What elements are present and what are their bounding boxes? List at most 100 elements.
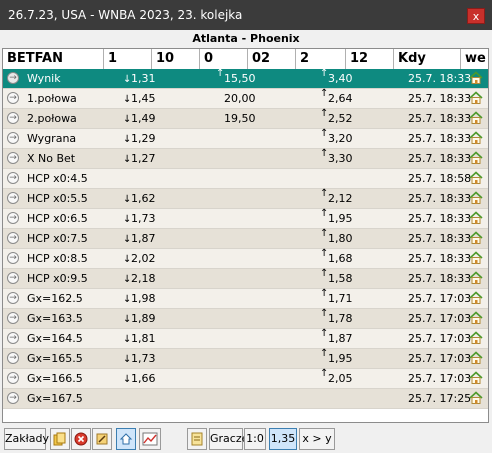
col-header-kdy[interactable]: Kdy <box>394 49 461 69</box>
home-icon[interactable] <box>469 151 483 165</box>
odds-1[interactable]: 2,18 <box>131 269 156 288</box>
table-row[interactable]: → HCP x0:7.5 ↓ 1,87 ↑ 1,80 25.7. 18:33 <box>3 228 488 249</box>
odds-1[interactable]: 1,81 <box>131 329 156 348</box>
zaklady-button[interactable]: Zakłady <box>4 428 49 450</box>
home-icon[interactable] <box>469 331 483 345</box>
row-expand-icon[interactable]: → <box>7 272 19 284</box>
table-row[interactable]: → HCP x0:9.5 ↓ 2,18 ↑ 1,58 25.7. 18:33 <box>3 268 488 289</box>
odds-1[interactable]: 1,62 <box>131 189 156 208</box>
row-expand-icon[interactable]: → <box>7 112 19 124</box>
home-icon[interactable] <box>469 311 483 325</box>
home-icon[interactable] <box>469 391 483 405</box>
home-icon[interactable] <box>469 271 483 285</box>
odds-2[interactable]: 1,87 <box>328 329 353 348</box>
row-expand-icon[interactable]: → <box>7 132 19 144</box>
row-expand-icon[interactable]: → <box>7 372 19 384</box>
odds-1[interactable]: 1,45 <box>131 89 156 108</box>
odds-2[interactable]: 1,68 <box>328 249 353 268</box>
home-icon[interactable] <box>469 231 483 245</box>
col-header-2[interactable]: 2 <box>296 49 346 69</box>
notes-icon[interactable] <box>187 428 207 450</box>
odds-1[interactable]: 1,66 <box>131 369 156 388</box>
table-row[interactable]: → 1.połowa ↓ 1,45 20,00 ↑ 2,64 25.7. 18:33 <box>3 88 488 109</box>
table-row[interactable]: → Gx=162.5 ↓ 1,98 ↑ 1,71 25.7. 17:03 <box>3 288 488 309</box>
odds-0[interactable]: 20,00 <box>224 89 256 108</box>
row-expand-icon[interactable]: → <box>7 212 19 224</box>
col-header-10[interactable]: 10 <box>152 49 200 69</box>
home-icon[interactable] <box>469 251 483 265</box>
table-row[interactable]: → Gx=166.5 ↓ 1,66 ↑ 2,05 25.7. 17:03 <box>3 368 488 389</box>
odds-0[interactable]: 19,50 <box>224 109 256 128</box>
table-row[interactable]: → Gx=165.5 ↓ 1,73 ↑ 1,95 25.7. 17:03 <box>3 348 488 369</box>
odds-2[interactable]: 1,78 <box>328 309 353 328</box>
home-icon[interactable] <box>469 191 483 205</box>
odds-2[interactable]: 1,95 <box>328 209 353 228</box>
row-expand-icon[interactable]: → <box>7 252 19 264</box>
table-row[interactable]: → Wygrana ↓ 1,29 ↑ 3,20 25.7. 18:33 <box>3 128 488 149</box>
close-button[interactable]: x <box>467 8 485 24</box>
odds-1[interactable]: 1,31 <box>131 69 156 88</box>
chart-icon[interactable] <box>139 428 161 450</box>
row-expand-icon[interactable]: → <box>7 392 19 404</box>
house-up-icon[interactable] <box>116 428 136 450</box>
odds-2[interactable]: 2,12 <box>328 189 353 208</box>
edit-icon[interactable] <box>92 428 112 450</box>
delete-icon[interactable] <box>71 428 91 450</box>
odds-1[interactable]: 2,02 <box>131 249 156 268</box>
row-expand-icon[interactable]: → <box>7 312 19 324</box>
odds-2[interactable]: 2,52 <box>328 109 353 128</box>
col-header-betfan[interactable]: BETFAN <box>3 49 104 69</box>
table-row[interactable]: → Gx=167.5 25.7. 17:25 <box>3 389 488 409</box>
home-icon[interactable] <box>469 111 483 125</box>
row-expand-icon[interactable]: → <box>7 172 19 184</box>
table-row[interactable]: → 2.połowa ↓ 1,49 19,50 ↑ 2,52 25.7. 18:33 <box>3 108 488 129</box>
odds-button[interactable]: 1,35 <box>269 428 297 450</box>
col-header-0[interactable]: 0 <box>200 49 248 69</box>
row-expand-icon[interactable]: → <box>7 332 19 344</box>
odds-2[interactable]: 2,05 <box>328 369 353 388</box>
table-row[interactable]: → HCP x0:8.5 ↓ 2,02 ↑ 1,68 25.7. 18:33 <box>3 248 488 269</box>
odds-1[interactable]: 1,98 <box>131 289 156 308</box>
home-icon[interactable] <box>469 131 483 145</box>
odds-2[interactable]: 1,71 <box>328 289 353 308</box>
odds-2[interactable]: 3,40 <box>328 69 353 88</box>
table-row[interactable]: → HCP x0:4.5 25.7. 18:58 <box>3 169 488 189</box>
home-icon[interactable] <box>469 371 483 385</box>
row-expand-icon[interactable]: → <box>7 72 19 84</box>
row-expand-icon[interactable]: → <box>7 92 19 104</box>
row-expand-icon[interactable]: → <box>7 352 19 364</box>
home-icon[interactable] <box>469 351 483 365</box>
odds-1[interactable]: 1,87 <box>131 229 156 248</box>
score-button[interactable]: 1:0 <box>244 428 266 450</box>
odds-1[interactable]: 1,73 <box>131 349 156 368</box>
copy-icon[interactable] <box>50 428 70 450</box>
gracze-button[interactable]: Gracze <box>209 428 248 450</box>
col-header-12[interactable]: 12 <box>346 49 394 69</box>
home-icon[interactable] <box>469 91 483 105</box>
table-row[interactable]: → Gx=163.5 ↓ 1,89 ↑ 1,78 25.7. 17:03 <box>3 308 488 329</box>
table-row[interactable]: → HCP x0:5.5 ↓ 1,62 ↑ 2,12 25.7. 18:33 <box>3 188 488 209</box>
col-header-we[interactable]: we <box>461 49 488 69</box>
col-header-02[interactable]: 02 <box>248 49 296 69</box>
odds-2[interactable]: 2,64 <box>328 89 353 108</box>
table-row[interactable]: → X No Bet ↓ 1,27 ↑ 3,30 25.7. 18:33 <box>3 148 488 169</box>
row-expand-icon[interactable]: → <box>7 152 19 164</box>
odds-1[interactable]: 1,73 <box>131 209 156 228</box>
odds-2[interactable]: 3,20 <box>328 129 353 148</box>
row-expand-icon[interactable]: → <box>7 192 19 204</box>
row-expand-icon[interactable]: → <box>7 232 19 244</box>
odds-2[interactable]: 1,80 <box>328 229 353 248</box>
table-row[interactable]: → Wynik ↓ 1,31 ↑ 15,50 ↑ 3,40 25.7. 18:33 <box>3 68 488 89</box>
table-row[interactable]: → HCP x0:6.5 ↓ 1,73 ↑ 1,95 25.7. 18:33 <box>3 208 488 229</box>
odds-0[interactable]: 15,50 <box>224 69 256 88</box>
odds-2[interactable]: 3,30 <box>328 149 353 168</box>
home-icon[interactable] <box>469 291 483 305</box>
odds-1[interactable]: 1,27 <box>131 149 156 168</box>
table-row[interactable]: → Gx=164.5 ↓ 1,81 ↑ 1,87 25.7. 17:03 <box>3 328 488 349</box>
col-header-1[interactable]: 1 <box>104 49 152 69</box>
home-icon[interactable] <box>469 171 483 185</box>
odds-1[interactable]: 1,29 <box>131 129 156 148</box>
odds-2[interactable]: 1,95 <box>328 349 353 368</box>
compare-button[interactable]: x > y <box>299 428 335 450</box>
home-icon[interactable] <box>469 211 483 225</box>
